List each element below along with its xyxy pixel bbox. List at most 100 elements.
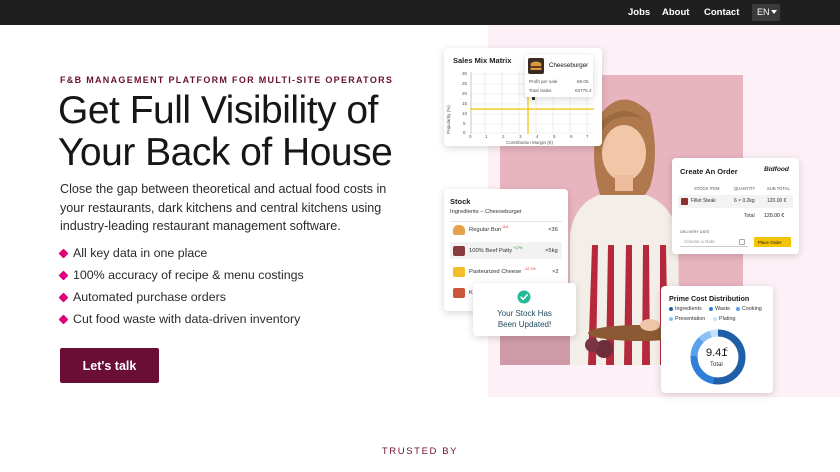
x-tick: 3 <box>519 134 522 139</box>
stock-subtitle: Ingredients – Cheeseburger <box>450 209 522 215</box>
profit-label: Profit per sale <box>529 79 558 84</box>
y-axis-label: Popularity (%) <box>446 105 451 134</box>
nav-link-about[interactable]: About <box>662 7 689 18</box>
stock-item-name: Regular Bun <box>469 227 502 233</box>
stock-item-qty: ×2 <box>552 269 559 275</box>
legend-label: Ingredients <box>675 306 702 312</box>
legend-dot-icon <box>669 317 673 321</box>
x-tick: 6 <box>570 134 573 139</box>
bun-icon <box>453 225 465 235</box>
legend-dot-icon <box>709 307 713 311</box>
feature-text: 100% accuracy of recipe & menu costings <box>73 268 304 282</box>
legend-label: Cooking <box>742 306 762 312</box>
legend-dot-icon <box>713 317 717 321</box>
burger-icon <box>528 58 544 74</box>
trusted-by-heading: TRUSTED BY <box>381 446 459 457</box>
prime-cost-total-label: Total <box>710 362 723 368</box>
x-tick: 2 <box>502 134 505 139</box>
top-nav-bar: Jobs About Contact EN <box>0 0 840 25</box>
x-tick: 1 <box>485 134 488 139</box>
y-tick: 20 <box>462 91 468 96</box>
patty-icon <box>453 246 465 256</box>
feature-text: All key data in one place <box>73 246 208 260</box>
ketchup-icon <box>453 288 465 298</box>
column-quantity: QUANTITY <box>734 186 756 191</box>
feature-list: All key data in one place 100% accuracy … <box>58 245 304 333</box>
y-tick: 0 <box>463 130 466 135</box>
stock-updated-toast: Your Stock Has Been Updated! <box>473 283 576 336</box>
lets-talk-button[interactable]: Let's talk <box>60 348 159 383</box>
x-tick: 5 <box>553 134 556 139</box>
x-tick: 4 <box>536 134 539 139</box>
x-axis-label: Contribution Margin (€) <box>506 140 553 145</box>
legend-label: Waste <box>715 306 731 312</box>
order-item-name: Fillet Steak <box>691 198 716 204</box>
delivery-date-label: DELIVERY DATE <box>680 230 710 234</box>
stock-item-change: -12.1% <box>524 267 536 271</box>
x-tick: 7 <box>586 134 589 139</box>
total-sales-value: €3775.4 <box>575 88 592 93</box>
place-order-button[interactable]: Place Order <box>754 237 791 247</box>
prime-cost-unit: £ <box>725 347 728 353</box>
order-total-label: Total <box>744 213 755 219</box>
column-sub-total: SUB TOTAL <box>767 186 790 191</box>
place-order-label: Place Order <box>758 239 782 245</box>
order-total-value: 120.00 € <box>764 213 785 219</box>
tooltip-item-name: Cheeseburger <box>549 62 589 69</box>
profit-value: €8.05 <box>577 79 589 84</box>
hero-description: Close the gap between theoretical and ac… <box>60 182 387 233</box>
language-selector[interactable]: EN <box>752 4 780 21</box>
order-item-quantity: 6 × 0.2kg <box>734 198 755 204</box>
diamond-bullet-icon <box>58 248 69 259</box>
feature-item: 100% accuracy of recipe & menu costings <box>58 267 304 289</box>
delivery-date-placeholder: Choose a Date <box>684 239 715 244</box>
stock-item-change: +17% <box>513 246 523 250</box>
sales-mix-title: Sales Mix Matrix <box>453 56 512 65</box>
delivery-date-input[interactable]: Choose a Date <box>680 237 748 247</box>
y-tick: 30 <box>462 71 468 76</box>
stock-item-name: 100% Beef Patty <box>469 248 513 254</box>
hero-title-line-2: Your Back of House <box>58 131 393 174</box>
stock-item-name: Pasteurized Cheese <box>469 269 522 275</box>
stock-item-change: -5.6 <box>502 225 509 229</box>
stock-item-qty: ×5kg <box>545 248 558 254</box>
diamond-bullet-icon <box>58 270 69 281</box>
diamond-bullet-icon <box>58 292 69 303</box>
hero-eyebrow: F&B MANAGEMENT PLATFORM FOR MULTI-SITE O… <box>60 75 394 85</box>
toast-line-1: Your Stock Has <box>497 309 552 318</box>
x-tick: 0 <box>469 134 472 139</box>
hero-title-line-1: Get Full Visibility of <box>58 89 378 132</box>
column-stock-item: STOCK ITEM <box>694 186 720 191</box>
create-order-title: Create An Order <box>680 167 738 176</box>
language-value: EN <box>757 7 770 17</box>
prime-cost-card: Prime Cost Distribution Ingredients Wast… <box>661 286 773 393</box>
legend-label: Presentation <box>675 316 706 322</box>
steak-icon <box>681 198 688 205</box>
diamond-bullet-icon <box>58 314 69 325</box>
y-tick: 25 <box>462 81 468 86</box>
hero-title: Get Full Visibility of Your Back of Hous… <box>58 89 393 174</box>
prime-cost-title: Prime Cost Distribution <box>669 294 750 303</box>
caret-down-icon <box>771 10 777 14</box>
nav-link-contact[interactable]: Contact <box>704 7 739 18</box>
toast-line-2: Been Updated! <box>497 320 552 329</box>
cheese-icon <box>453 267 465 277</box>
stock-title: Stock <box>450 197 471 206</box>
stock-item-qty: ×36 <box>548 227 558 233</box>
calendar-icon <box>739 239 745 245</box>
y-tick: 5 <box>463 121 466 126</box>
total-sales-label: Total Sales <box>529 88 552 93</box>
feature-text: Automated purchase orders <box>73 290 226 304</box>
divider <box>450 221 562 222</box>
feature-item: All key data in one place <box>58 245 304 267</box>
legend-dot-icon <box>736 307 740 311</box>
order-item-subtotal: 120.00 € <box>767 198 787 204</box>
feature-text: Cut food waste with data-driven inventor… <box>73 312 301 326</box>
feature-item: Automated purchase orders <box>58 289 304 311</box>
create-order-card: Create An Order Bidfood STOCK ITEM QUANT… <box>672 158 799 254</box>
y-tick: 10 <box>462 111 468 116</box>
y-tick: 15 <box>462 101 468 106</box>
cheeseburger-tooltip: Cheeseburger Profit per sale €8.05 Total… <box>525 55 593 97</box>
feature-item: Cut food waste with data-driven inventor… <box>58 311 304 333</box>
nav-link-jobs[interactable]: Jobs <box>628 7 650 18</box>
